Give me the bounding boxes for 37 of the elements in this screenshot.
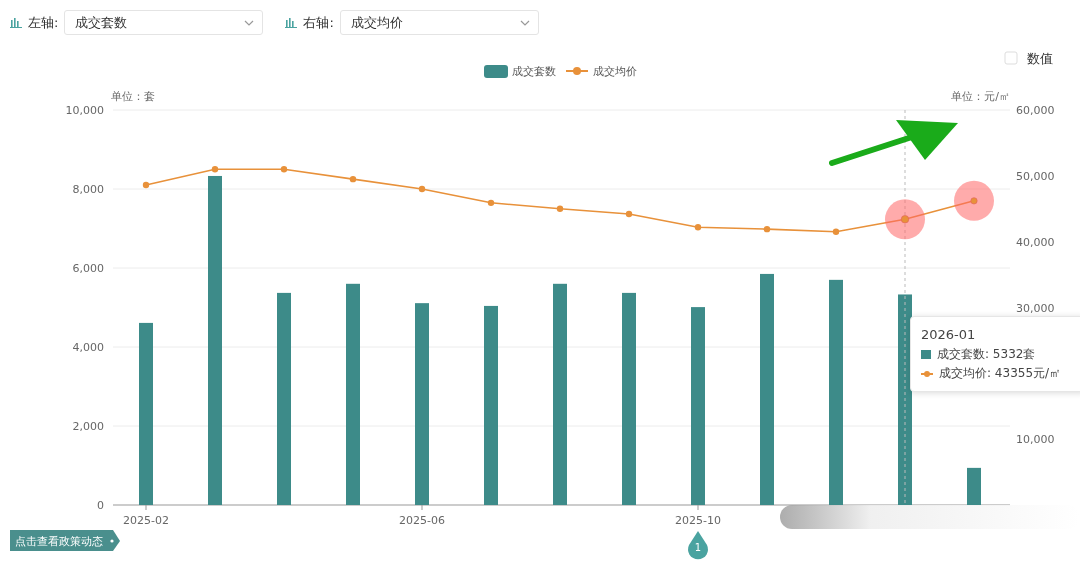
- axis-label: 左轴:: [28, 13, 59, 32]
- axis-label: 右轴:: [303, 13, 334, 32]
- tooltip-row-text: 成交均价: 43355元/㎡: [939, 365, 1062, 382]
- axis-tick-label: 60,000: [1016, 104, 1055, 117]
- axis-select[interactable]: 成交均价: [339, 10, 539, 35]
- legend-label[interactable]: 成交套数: [512, 65, 556, 78]
- tooltip-row-text: 成交套数: 5332套: [937, 346, 1036, 363]
- legend-bar-swatch[interactable]: [484, 65, 508, 78]
- bar-chart-icon: [10, 17, 22, 28]
- axis-select[interactable]: 成交套数: [64, 10, 264, 35]
- legend-label[interactable]: 成交均价: [593, 65, 637, 78]
- chevron-down-icon: [519, 19, 530, 26]
- axis-unit: 单位：元/㎡: [951, 90, 1010, 103]
- axis-tick-label: 2025-10: [675, 514, 721, 527]
- tooltip-title: 2026-01: [921, 326, 977, 344]
- axis-tick-label: 40,000: [1016, 235, 1055, 249]
- axis-tick-label: 0: [97, 499, 104, 512]
- chevron-down-icon: [244, 19, 255, 26]
- line-legend-icon: [921, 369, 933, 378]
- axis-tick-label: 8,000: [72, 183, 104, 196]
- checkbox-label: 数值: [1027, 51, 1053, 66]
- bar-chart-icon: [285, 17, 298, 28]
- axis-tick-label: 10,000: [65, 104, 104, 117]
- policy-news-button[interactable]: 点击查看政策动态: [10, 530, 120, 551]
- value-checkbox[interactable]: [1004, 51, 1018, 65]
- axis-tick-label: 50,000: [1016, 169, 1055, 183]
- axis-unit: 单位：套: [111, 90, 155, 103]
- axis-tick-label: 2025-02: [123, 514, 169, 527]
- axis-tick-label: 6,000: [72, 262, 104, 275]
- axis-tick-label: 2,000: [72, 420, 104, 433]
- chart-bar: [967, 467, 981, 505]
- axis-tick-label: 2025-06: [399, 514, 445, 527]
- axis-tick-label: 30,000: [1016, 301, 1055, 315]
- axis-tick-label: 4,000: [72, 341, 104, 354]
- bar-legend-icon: [921, 350, 931, 359]
- axis-tick-label: 10,000: [1016, 433, 1055, 447]
- legend-line-swatch[interactable]: [565, 67, 589, 75]
